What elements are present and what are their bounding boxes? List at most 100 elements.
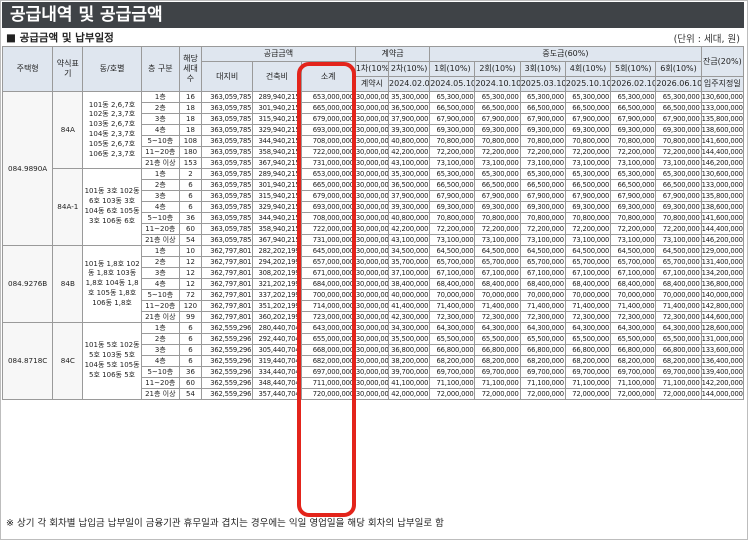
value-cell: 72,000,000 <box>564 388 612 400</box>
value-cell: 711,000,000 <box>300 377 356 389</box>
table-row: 084.9890A 84A 101동 2,6,7호 102동 2,3,7호 103동… <box>1 91 745 246</box>
value-cell: 67,900,000 <box>564 113 612 125</box>
value-cell: 30,000,000 <box>354 333 390 345</box>
value-cell: 67,100,000 <box>564 267 612 279</box>
value-cell: 362,559,296 <box>201 344 254 356</box>
value-cell: 68,200,000 <box>610 355 657 367</box>
value-cell: 65,300,000 <box>610 168 657 180</box>
value-cell: 66,500,000 <box>519 179 566 191</box>
value-cell: 40,800,000 <box>388 212 431 224</box>
value-cell: 67,100,000 <box>655 267 702 279</box>
value-cell: 67,100,000 <box>474 267 521 279</box>
value-cell: 363,059,785 <box>201 135 254 147</box>
value-cell: 41,400,000 <box>388 300 431 312</box>
value-cell: 30,000,000 <box>354 212 390 224</box>
value-cell: 292,440,704 <box>252 333 302 345</box>
value-cell: 72,200,000 <box>519 223 566 235</box>
value-cell: 280,440,704 <box>252 322 302 334</box>
value-cell: 131,400,000 <box>700 256 745 268</box>
header-units: 해당세대수 <box>178 46 203 92</box>
units-cell: 36 <box>178 212 203 224</box>
value-cell: 73,100,000 <box>429 157 476 169</box>
header-contract-1-date: 계약시 <box>354 76 390 92</box>
value-cell: 30,000,000 <box>354 344 390 356</box>
value-cell: 71,400,000 <box>564 300 612 312</box>
units-cell: 180 <box>178 146 203 158</box>
value-cell: 367,940,215 <box>252 157 302 169</box>
value-cell: 65,700,000 <box>564 256 612 268</box>
value-cell: 362,559,296 <box>201 388 254 400</box>
value-cell: 65,500,000 <box>655 333 702 345</box>
value-cell: 64,500,000 <box>519 245 566 257</box>
header-middle-1-date: 2024.05.10 <box>429 76 476 92</box>
value-cell: 72,300,000 <box>610 311 657 323</box>
value-cell: 73,100,000 <box>655 234 702 246</box>
abbr-cell: 84A-1 <box>52 168 84 246</box>
value-cell: 65,300,000 <box>474 91 521 103</box>
value-cell: 71,100,000 <box>429 377 476 389</box>
floor-cell: 5~10층 <box>140 289 180 301</box>
floor-cell: 3층 <box>140 190 180 202</box>
page-title: 공급내역 및 공급금액 <box>2 2 744 28</box>
units-cell: 6 <box>178 333 203 345</box>
value-cell: 708,000,000 <box>300 135 356 147</box>
value-cell: 697,000,000 <box>300 366 356 378</box>
value-cell: 363,059,785 <box>201 168 254 180</box>
value-cell: 68,200,000 <box>655 355 702 367</box>
value-cell: 69,700,000 <box>519 366 566 378</box>
value-cell: 684,000,000 <box>300 278 356 290</box>
value-cell: 362,559,296 <box>201 333 254 345</box>
floor-cell: 5~10층 <box>140 212 180 224</box>
value-cell: 671,000,000 <box>300 267 356 279</box>
floor-cell: 1층 <box>140 322 180 334</box>
value-cell: 693,000,000 <box>300 124 356 136</box>
value-cell: 69,300,000 <box>519 124 566 136</box>
value-cell: 65,300,000 <box>429 91 476 103</box>
value-cell: 71,100,000 <box>564 377 612 389</box>
value-cell: 39,300,000 <box>388 124 431 136</box>
value-cell: 64,300,000 <box>564 322 612 334</box>
value-cell: 70,000,000 <box>564 289 612 301</box>
value-cell: 70,800,000 <box>655 212 702 224</box>
header-contract-1: 1차(10%) <box>354 61 390 77</box>
value-cell: 362,797,801 <box>201 256 254 268</box>
value-cell: 128,600,000 <box>700 322 745 334</box>
value-cell: 65,300,000 <box>610 91 657 103</box>
header-house-type: 주택형 <box>1 46 54 92</box>
value-cell: 68,400,000 <box>655 278 702 290</box>
header-middle-3-date: 2025.03.10 <box>519 76 566 92</box>
floor-cell: 5~10층 <box>140 366 180 378</box>
value-cell: 43,100,000 <box>388 234 431 246</box>
value-cell: 73,100,000 <box>474 157 521 169</box>
header-middle-6-date: 2026.06.10 <box>655 76 702 92</box>
value-cell: 136,400,000 <box>700 355 745 367</box>
floor-cell: 21층 이상 <box>140 234 180 246</box>
value-cell: 70,800,000 <box>474 135 521 147</box>
header-land: 대지비 <box>201 61 254 92</box>
value-cell: 38,200,000 <box>388 355 431 367</box>
value-cell: 73,100,000 <box>519 157 566 169</box>
value-cell: 40,800,000 <box>388 135 431 147</box>
value-cell: 344,940,215 <box>252 135 302 147</box>
value-cell: 679,000,000 <box>300 190 356 202</box>
value-cell: 657,000,000 <box>300 256 356 268</box>
value-cell: 138,600,000 <box>700 124 745 136</box>
value-cell: 653,000,000 <box>300 168 356 180</box>
value-cell: 72,200,000 <box>474 223 521 235</box>
units-cell: 16 <box>178 91 203 103</box>
value-cell: 65,300,000 <box>519 168 566 180</box>
value-cell: 68,200,000 <box>519 355 566 367</box>
value-cell: 41,100,000 <box>388 377 431 389</box>
value-cell: 64,500,000 <box>474 245 521 257</box>
value-cell: 64,500,000 <box>564 245 612 257</box>
value-cell: 72,200,000 <box>519 146 566 158</box>
header-floor: 층 구분 <box>140 46 180 92</box>
value-cell: 30,000,000 <box>354 201 390 213</box>
header-abbr: 약식표기 <box>52 46 84 92</box>
floor-cell: 4층 <box>140 355 180 367</box>
units-cell: 18 <box>178 124 203 136</box>
abbr-cell: 84C <box>52 322 84 400</box>
units-cell: 2 <box>178 168 203 180</box>
value-cell: 146,200,000 <box>700 234 745 246</box>
value-cell: 65,700,000 <box>474 256 521 268</box>
